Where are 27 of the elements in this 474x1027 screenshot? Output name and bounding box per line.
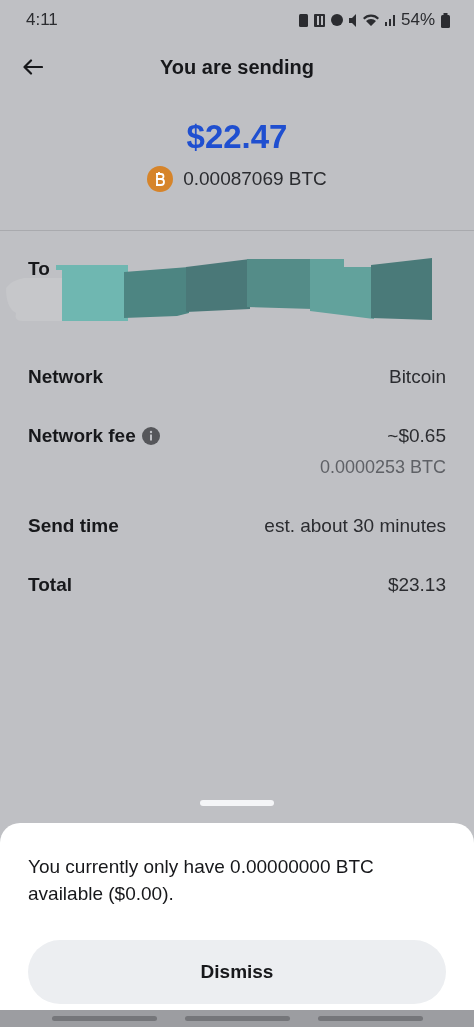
- info-icon[interactable]: [141, 427, 160, 446]
- dismiss-button[interactable]: Dismiss: [28, 940, 446, 1004]
- battery-percent: 54%: [400, 9, 435, 32]
- sheet-message: You currently only have 0.00000000 BTC available ($0.00).: [28, 855, 375, 906]
- recipient-label: To: [28, 256, 51, 281]
- screen-title: You are sending: [159, 55, 315, 80]
- detail-value: $23.13: [387, 573, 446, 597]
- detail-label: Send time: [28, 513, 119, 538]
- battery-icon: [441, 12, 450, 28]
- nav-handle[interactable]: [184, 1016, 290, 1021]
- detail-label: Network fee: [28, 424, 136, 448]
- nav-handle[interactable]: [51, 1016, 157, 1021]
- detail-label: Network: [28, 364, 103, 389]
- fiat-amount: $22.47: [186, 117, 288, 157]
- signal-icon: [384, 14, 395, 26]
- detail-value: Bitcoin: [388, 364, 446, 389]
- back-arrow-icon: [23, 59, 43, 75]
- detail-label: Total: [28, 573, 72, 597]
- status-time: 4:11: [26, 9, 58, 32]
- bitcoin-icon: [147, 166, 174, 193]
- crypto-amount: 0.00087069 BTC: [183, 167, 327, 191]
- sheet-handle[interactable]: [200, 800, 274, 806]
- detail-value: est. about 30 minutes: [264, 513, 446, 538]
- detail-value: ~$0.65: [387, 424, 446, 448]
- nav-handle[interactable]: [317, 1016, 423, 1021]
- detail-subvalue: 0.0000253 BTC: [319, 455, 446, 479]
- wifi-icon: [362, 14, 379, 26]
